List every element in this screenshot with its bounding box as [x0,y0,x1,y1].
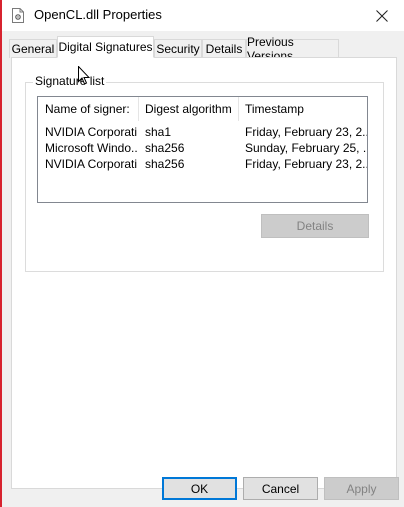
apply-button[interactable]: Apply [324,477,399,500]
digest-algorithm: sha256 [145,157,185,171]
tab-security[interactable]: Security [154,39,202,58]
signer-name: Microsoft Windo... [45,141,137,155]
tab-details[interactable]: Details [202,39,246,58]
signature-list-label: Signature list [33,74,107,88]
tab-digital-signatures[interactable]: Digital Signatures [57,36,154,58]
cancel-button[interactable]: Cancel [243,477,318,500]
details-button[interactable]: Details [261,214,369,238]
tab-label: Details [205,42,243,56]
signer-name: NVIDIA Corporati... [45,125,137,139]
close-icon [376,9,388,22]
tab-label: General [11,42,55,56]
ok-button-label: OK [190,481,209,496]
digest-algorithm: sha1 [145,125,172,139]
signature-list[interactable]: Name of signer: Digest algorithm Timesta… [37,96,368,203]
column-header-signer[interactable]: Name of signer: [38,97,138,121]
close-button[interactable] [360,0,404,31]
timestamp: Friday, February 23, 2... [245,125,367,139]
dialog-client-area: General Digital Signatures Security Deta… [2,31,404,507]
mouse-pointer-icon [78,66,90,85]
signer-name: NVIDIA Corporati... [45,157,137,171]
title-bar: OpenCL.dll Properties [2,0,404,31]
tab-general[interactable]: General [9,39,57,58]
ok-button[interactable]: OK [162,477,237,500]
apply-button-label: Apply [346,481,377,496]
list-header: Name of signer: Digest algorithm Timesta… [38,97,367,121]
timestamp: Friday, February 23, 2... [245,157,367,171]
tab-previous-versions[interactable]: Previous Versions [246,35,339,63]
list-item[interactable]: Microsoft Windo... sha256 Sunday, Februa… [38,140,367,156]
tab-label: Digital Signatures [58,40,153,54]
cancel-button-label: Cancel [261,481,300,496]
tab-panel-digital-signatures: Signature list Name of signer: Digest al… [11,57,397,489]
details-button-label: Details [296,219,334,233]
list-item[interactable]: NVIDIA Corporati... sha256 Friday, Febru… [38,156,367,172]
tab-label: Security [156,42,200,56]
digest-algorithm: sha256 [145,141,185,155]
column-header-timestamp[interactable]: Timestamp [238,97,368,121]
window-title: OpenCL.dll Properties [34,7,162,22]
document-gear-icon [12,8,24,23]
timestamp: Sunday, February 25, ... [245,141,367,155]
column-header-digest[interactable]: Digest algorithm [138,97,238,121]
list-item[interactable]: NVIDIA Corporati... sha1 Friday, Februar… [38,124,367,140]
